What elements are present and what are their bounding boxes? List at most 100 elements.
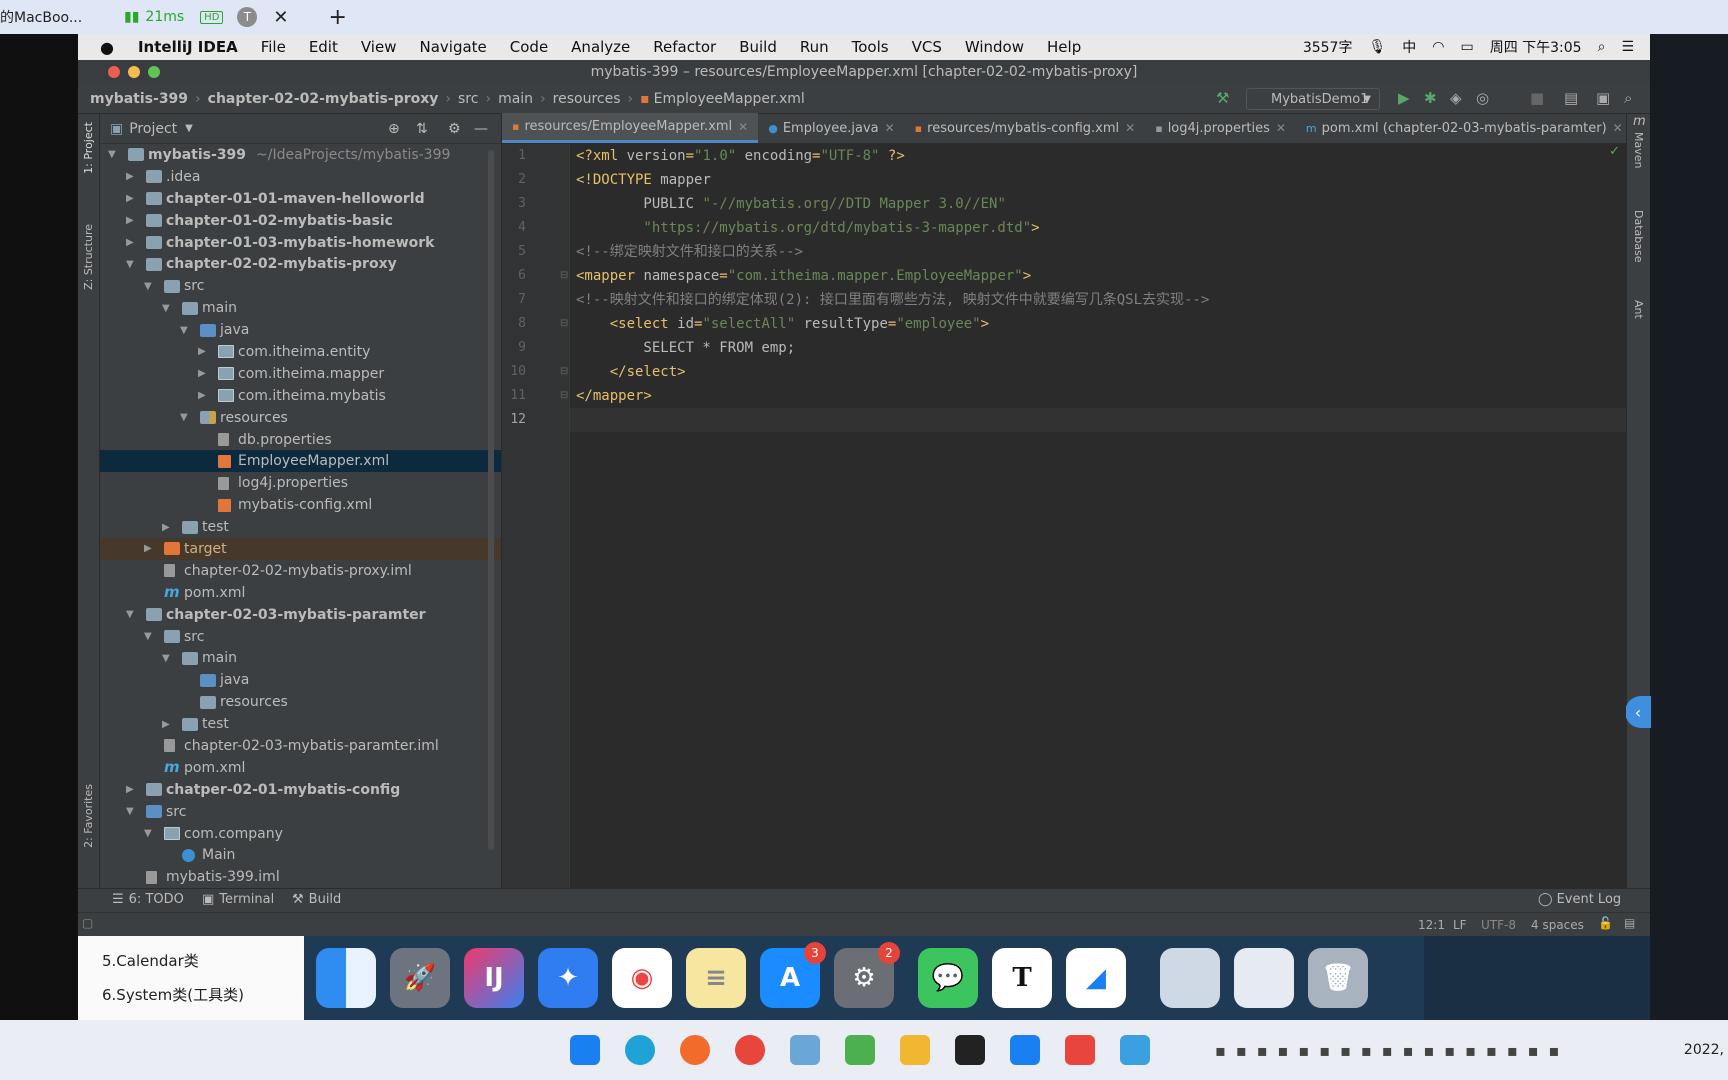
code-editor[interactable]: <?xml version="1.0" encoding="UTF-8" ?> <… [570,144,1626,888]
tree-item[interactable]: ▼ mybatis-399 ~/IdeaProjects/mybatis-399 [100,144,501,166]
tree-item[interactable]: resources [100,691,501,713]
close-tab-icon[interactable]: ✕ [1613,121,1623,135]
editor-tab[interactable]: ● Employee.java ✕ [758,113,904,143]
menu-run[interactable]: Run [800,38,829,56]
tree-item[interactable]: m pom.xml [100,582,501,604]
chevron-right-icon[interactable]: ▶ [198,390,210,401]
xmind-icon[interactable] [1065,1035,1095,1065]
chevron-right-icon[interactable]: ▶ [198,346,210,357]
stop-icon[interactable]: ■ [1530,89,1544,107]
chevron-right-icon[interactable]: ▶ [126,215,138,226]
tree-item[interactable]: ▼ main [100,647,501,669]
chevron-right-icon[interactable]: ▶ [144,543,156,554]
tree-item[interactable]: ▶ com.itheima.mapper [100,363,501,385]
chart-app-icon[interactable] [845,1035,875,1065]
collapse-all-icon[interactable]: ⇅ [416,121,428,137]
chevron-right-icon[interactable]: ▶ [126,171,138,182]
panel-toggle-icon[interactable]: ▢ [82,916,93,930]
terminal-tool-tab[interactable]: ▣ Terminal [202,892,274,907]
breadcrumb-item[interactable]: mybatis-399 [90,91,188,107]
inspection-ok-icon[interactable]: ✓ [1609,144,1620,159]
chevron-right-icon[interactable]: ▶ [162,719,174,730]
menu-window[interactable]: Window [965,38,1024,56]
fold-icon[interactable]: ⊟ [560,390,568,401]
breadcrumb-item[interactable]: src [458,91,478,107]
chevron-right-icon[interactable]: ▶ [126,784,138,795]
downloads-stack-icon[interactable] [1234,948,1294,1008]
search-icon[interactable]: ⌕ [1598,39,1606,55]
intellij-icon[interactable]: IJ [464,948,524,1008]
zoom-window-button[interactable] [148,66,160,78]
tree-scrollbar[interactable] [488,150,494,850]
browser-tab-title[interactable]: 的MacBoo... [0,7,122,27]
chevron-right-icon[interactable]: ▶ [126,193,138,204]
lark-icon[interactable]: ◢ [1066,948,1126,1008]
tree-item[interactable]: ▼ resources [100,407,501,429]
notes-icon[interactable]: ≡ [686,948,746,1008]
avatar[interactable]: T [237,7,258,27]
mic-icon[interactable]: 🎙 [1368,39,1386,55]
ant-tool-tab[interactable]: Ant [1632,300,1645,319]
hide-panel-icon[interactable]: — [474,121,488,137]
minimize-window-button[interactable] [128,66,140,78]
maven-icon[interactable]: m [1633,114,1646,129]
todo-tool-tab[interactable]: ☰ 6: TODO [112,892,184,907]
code-line[interactable]: <!--绑定映射文件和接口的关系--> [576,240,803,264]
intellij-taskbar-icon[interactable] [955,1035,985,1065]
menu-build[interactable]: Build [739,38,777,56]
breadcrumb-item[interactable]: EmployeeMapper.xml [654,91,805,107]
maps-icon[interactable] [790,1035,820,1065]
tree-item[interactable]: java [100,669,501,691]
taskbar-clock[interactable]: 2022, [1684,1042,1724,1058]
tree-item[interactable]: ▶ com.itheima.entity [100,341,501,363]
chevron-down-icon[interactable]: ▼ [162,303,174,314]
chevron-down-icon[interactable]: ▼ [180,325,192,336]
tree-item[interactable]: chapter-02-02-mybatis-proxy.iml [100,560,501,582]
safari-icon[interactable]: ✦ [538,948,598,1008]
coverage-icon[interactable]: ◈ [1450,89,1462,107]
chevron-down-icon[interactable]: ▼ [185,123,193,134]
code-line[interactable]: </mapper> [576,384,652,408]
run-icon[interactable]: ▶ [1398,89,1410,107]
gear-icon[interactable]: ⚙ [448,121,461,137]
editor-tab[interactable]: ▪ log4j.properties ✕ [1145,113,1296,143]
battery-icon[interactable]: ▭ [1460,39,1473,55]
indent-setting[interactable]: 4 spaces [1531,918,1584,932]
layout-icon[interactable]: ▣ [1596,89,1610,107]
menu-refactor[interactable]: Refactor [653,38,716,56]
documents-folder-icon[interactable] [1160,948,1220,1008]
code-line[interactable]: PUBLIC "-//mybatis.org//DTD Mapper 3.0//… [576,192,1005,216]
trash-icon[interactable]: 🗑 [1308,948,1368,1008]
chevron-right-icon[interactable]: ▶ [198,368,210,379]
tree-item[interactable]: ▼ src [100,275,501,297]
code-line[interactable]: <!--映射文件和接口的绑定体现(2): 接口里面有哪些方法, 映射文件中就要编… [576,288,1209,312]
new-tab-button[interactable]: + [329,5,347,30]
apple-icon[interactable]: ● [100,38,114,57]
build-tool-tab[interactable]: ⚒ Build [292,892,341,907]
tree-item[interactable]: ▼ com.company [100,823,501,845]
wifi-icon[interactable]: ◠ [1432,39,1444,55]
list-item[interactable]: 6.System类(工具类) [102,984,244,1005]
close-tab-icon[interactable]: ✕ [885,121,895,135]
tree-item[interactable]: ▶ target [100,538,501,560]
event-log-tool-tab[interactable]: ◯ Event Log [1538,892,1621,907]
ime-indicator[interactable]: 中 [1402,37,1416,57]
system-tray-icons[interactable]: ▪▪▪▪▪▪▪▪▪▪▪▪▪▪▪▪▪ [1215,1041,1569,1060]
database-tool-tab[interactable]: Database [1632,210,1645,263]
menu-analyze[interactable]: Analyze [571,38,630,56]
code-line[interactable]: <select id="selectAll" resultType="emplo… [576,312,989,336]
editor-tab[interactable]: ▪ resources/EmployeeMapper.xml ✕ [502,113,759,143]
tree-item[interactable]: ▶ .idea [100,166,501,188]
menu-help[interactable]: Help [1047,38,1081,56]
tree-item[interactable]: ▼ src [100,626,501,648]
tree-item[interactable]: ▶ chapter-01-03-mybatis-homework [100,232,501,254]
finder-icon[interactable] [316,948,376,1008]
clock[interactable]: 周四 下午3:05 [1490,37,1582,57]
tree-item[interactable]: ▶ chapter-01-01-maven-helloworld [100,188,501,210]
lock-icon[interactable]: 🔓 [1598,916,1613,930]
code-line[interactable]: SELECT * FROM emp; [576,336,795,360]
chrome-icon[interactable]: ◉ [612,948,672,1008]
tree-item[interactable]: ▶ chapter-01-02-mybatis-basic [100,210,501,232]
app-name-menu[interactable]: IntelliJ IDEA [138,38,238,56]
menu-edit[interactable]: Edit [309,38,338,56]
